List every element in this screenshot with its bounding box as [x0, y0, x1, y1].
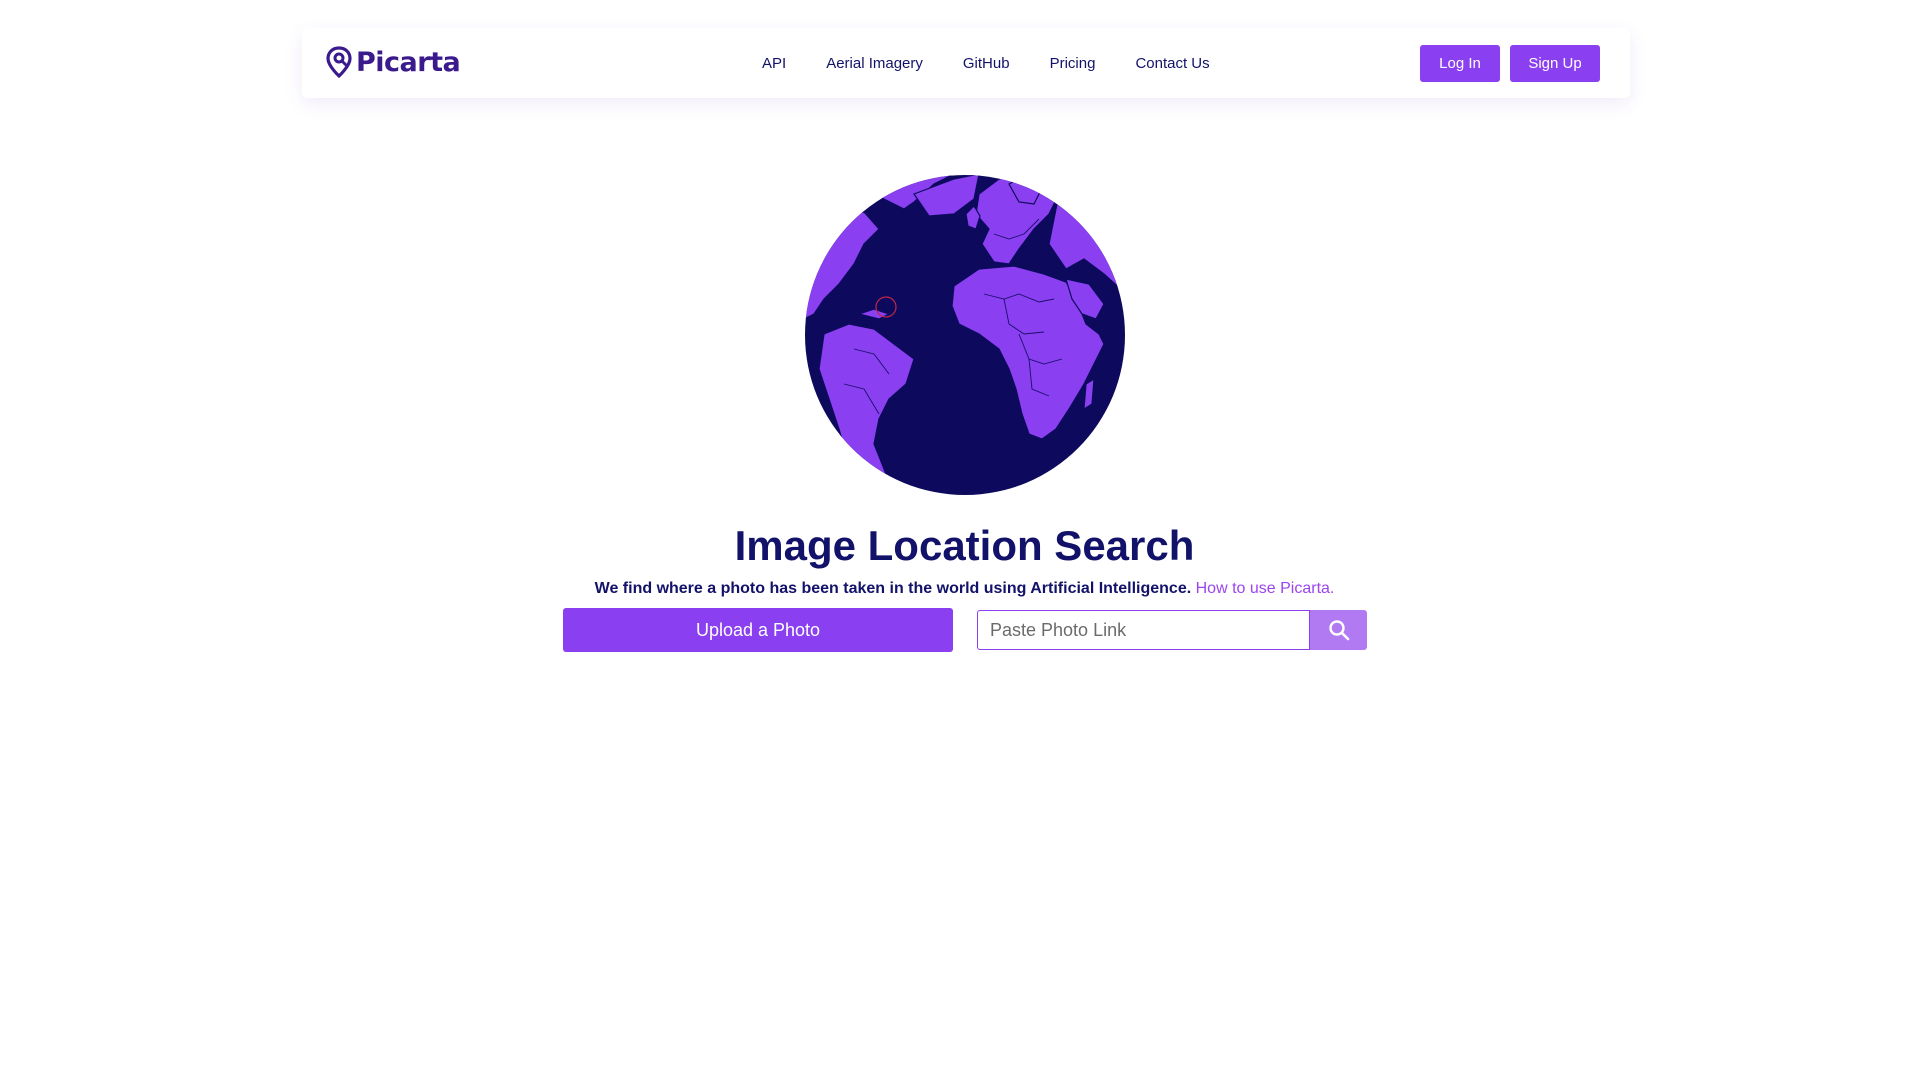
nav-link-github[interactable]: GitHub [963, 55, 1010, 72]
nav-link-api[interactable]: API [762, 55, 786, 72]
brand-name: Picarta [356, 46, 461, 78]
page-title: Image Location Search [734, 522, 1195, 569]
search-icon [1328, 620, 1349, 641]
globe-icon [805, 175, 1125, 495]
nav-link-pricing[interactable]: Pricing [1050, 55, 1096, 72]
upload-photo-button[interactable]: Upload a Photo [563, 608, 953, 652]
how-to-use-link[interactable]: How to use Picarta. [1196, 580, 1335, 597]
search-button[interactable] [1310, 610, 1367, 650]
nav-link-aerial-imagery[interactable]: Aerial Imagery [826, 55, 923, 72]
login-button[interactable]: Log In [1420, 45, 1500, 82]
subtitle-text: We find where a photo has been taken in … [594, 580, 1192, 597]
brand-logo[interactable]: Picarta [326, 46, 461, 78]
nav-link-contact-us[interactable]: Contact Us [1135, 55, 1209, 72]
location-pin-icon [326, 46, 352, 78]
signup-button[interactable]: Sign Up [1510, 45, 1600, 82]
nav-links: API Aerial Imagery GitHub Pricing Contac… [762, 28, 1250, 98]
page-subtitle: We find where a photo has been taken in … [0, 580, 1920, 598]
globe-illustration[interactable] [804, 174, 1126, 496]
photo-link-input[interactable] [977, 610, 1310, 650]
top-navbar: Picarta API Aerial Imagery GitHub Pricin… [302, 28, 1630, 98]
